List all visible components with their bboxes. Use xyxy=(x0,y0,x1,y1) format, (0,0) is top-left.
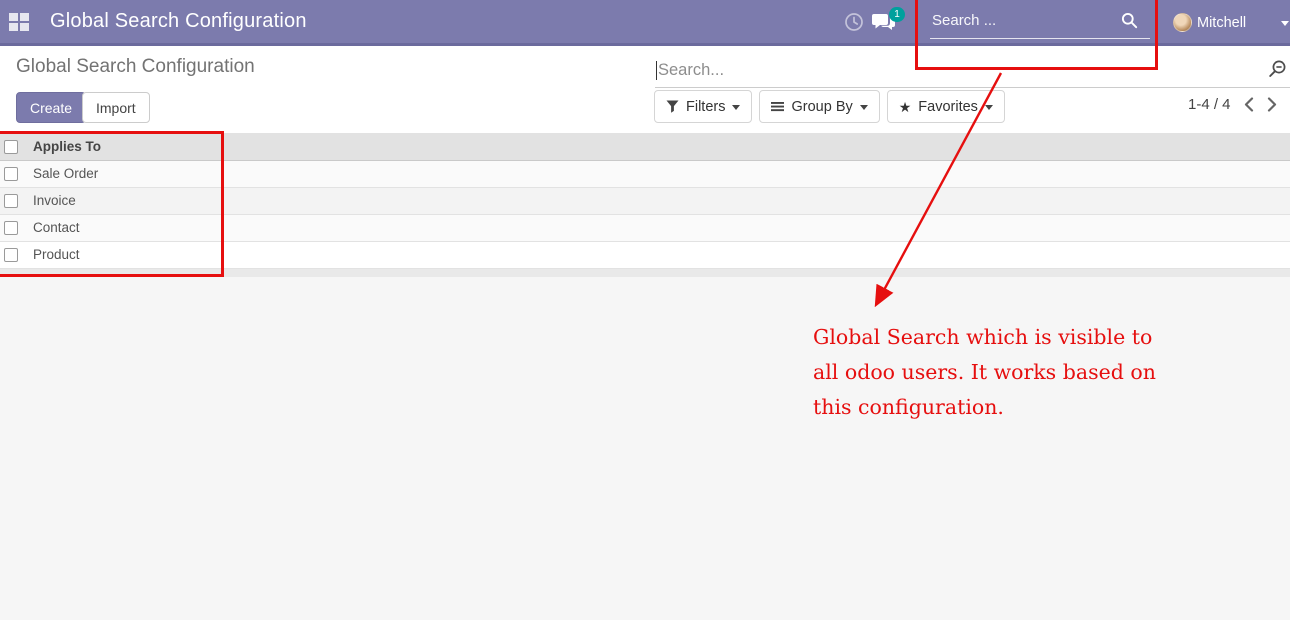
import-button[interactable]: Import xyxy=(82,92,150,123)
apps-menu-icon[interactable] xyxy=(9,13,29,31)
annotation-note: Global Search which is visible to all od… xyxy=(813,320,1156,425)
app-title[interactable]: Global Search Configuration xyxy=(50,0,307,43)
star-icon: ★ xyxy=(899,100,912,114)
group-by-label: Group By xyxy=(791,99,852,115)
chevron-down-icon xyxy=(860,105,868,110)
chevron-down-icon xyxy=(732,105,740,110)
group-by-button[interactable]: Group By xyxy=(759,90,879,123)
messages-count-badge: 1 xyxy=(889,7,905,22)
annotation-rect-global-search xyxy=(915,0,1158,70)
user-name: Mitchell Admin xyxy=(1197,0,1290,92)
pager-previous-icon[interactable] xyxy=(1244,97,1254,112)
create-button[interactable]: Create xyxy=(16,92,86,123)
filters-button[interactable]: Filters xyxy=(654,90,752,123)
chevron-down-icon xyxy=(985,105,993,110)
group-by-bars-icon xyxy=(771,101,784,112)
filters-label: Filters xyxy=(686,99,725,115)
text-caret xyxy=(656,61,657,80)
chevron-down-icon xyxy=(1281,21,1289,26)
pager-next-icon[interactable] xyxy=(1267,97,1277,112)
filter-funnel-icon xyxy=(666,100,679,113)
pager: 1-4 / 4 xyxy=(1188,96,1277,113)
annotation-note-line: all odoo users. It works based on xyxy=(813,355,1156,390)
activities-clock-icon[interactable] xyxy=(844,12,864,37)
pager-range: 1-4 / 4 xyxy=(1188,96,1231,113)
user-avatar xyxy=(1173,13,1192,32)
annotation-note-line: this configuration. xyxy=(813,390,1156,425)
search-options-bar: Filters Group By ★ Favorites xyxy=(654,90,1005,123)
breadcrumb: Global Search Configuration xyxy=(16,56,255,78)
annotation-rect-applies-to-list xyxy=(0,131,224,277)
favorites-label: Favorites xyxy=(918,99,978,115)
annotation-note-line: Global Search which is visible to xyxy=(813,320,1156,355)
favorites-button[interactable]: ★ Favorites xyxy=(887,90,1005,123)
odoo-window: Global Search Configuration 1 Mitchell A… xyxy=(0,0,1290,620)
